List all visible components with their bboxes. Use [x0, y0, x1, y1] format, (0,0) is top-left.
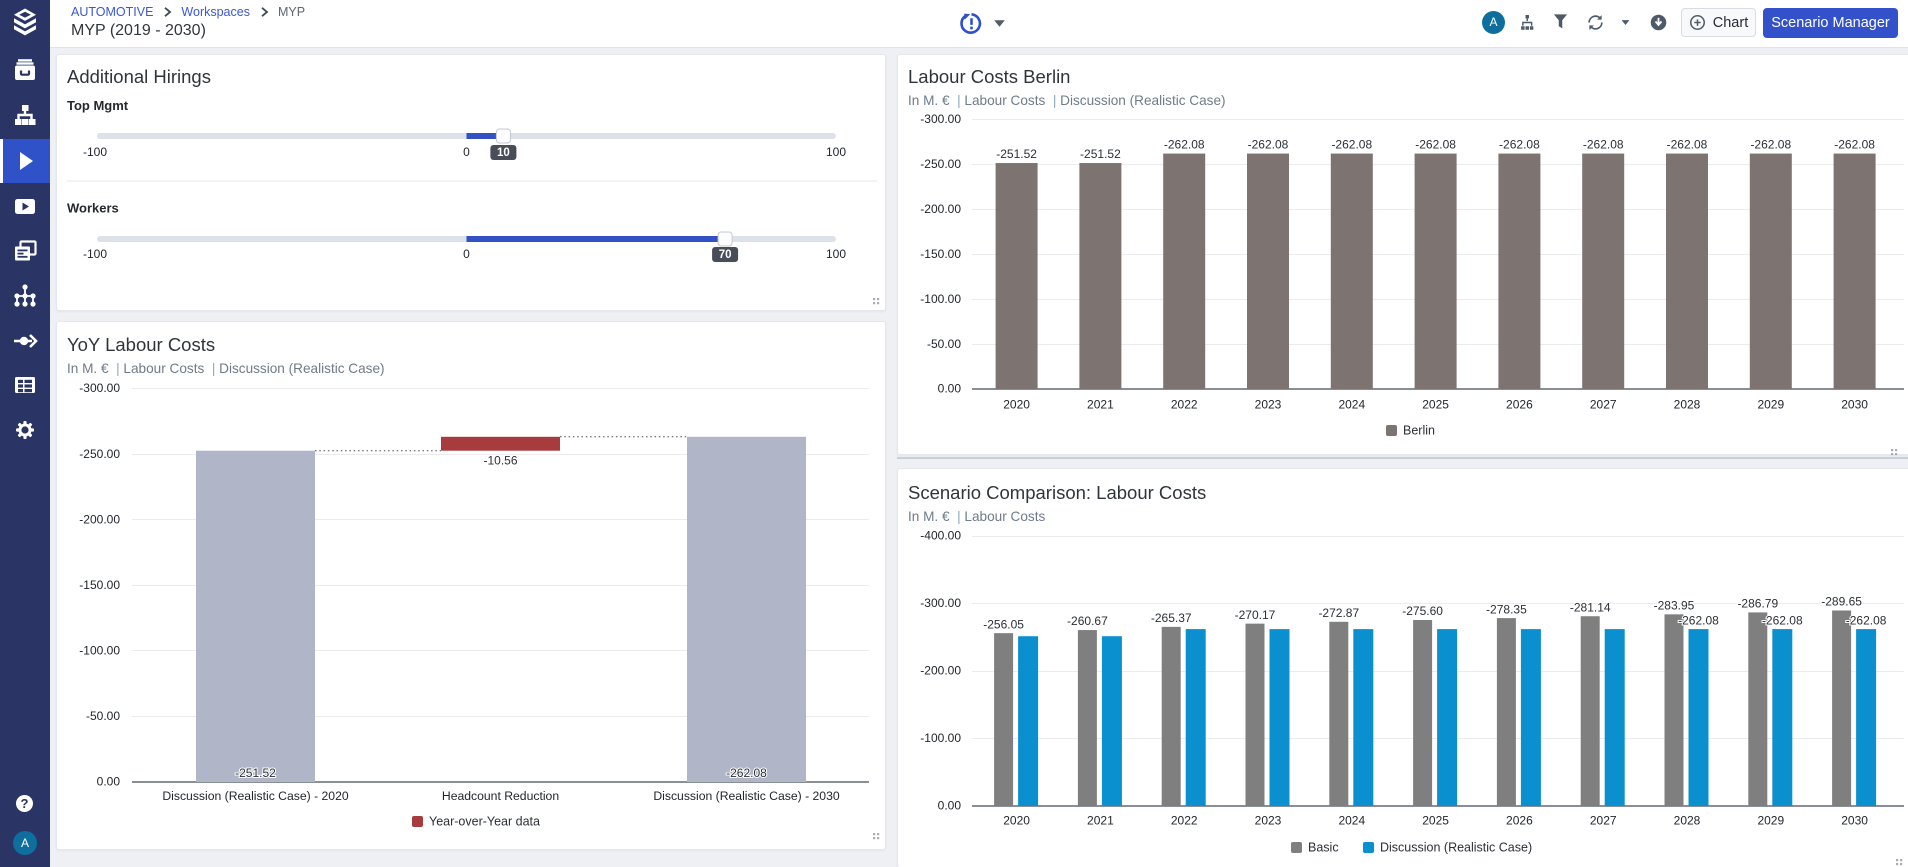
svg-text:2022: 2022: [1171, 814, 1198, 828]
svg-text:-275.60: -275.60: [1402, 604, 1443, 618]
svg-text:-256.05: -256.05: [983, 617, 1024, 631]
svg-text:-265.37: -265.37: [1151, 611, 1192, 625]
svg-text:-262.08: -262.08: [726, 766, 767, 780]
svg-text:-300.00: -300.00: [920, 112, 961, 126]
svg-text:-100.00: -100.00: [920, 292, 961, 306]
svg-text:-262.08: -262.08: [1762, 613, 1803, 627]
svg-text:2026: 2026: [1506, 814, 1533, 828]
svg-text:Discussion (Realistic Case): Discussion (Realistic Case): [1380, 840, 1532, 854]
svg-text:-286.79: -286.79: [1737, 597, 1778, 611]
svg-text:0: 0: [463, 247, 470, 261]
svg-text:0.00: 0.00: [938, 382, 962, 396]
svg-text:0.00: 0.00: [97, 775, 121, 789]
svg-text:2023: 2023: [1255, 398, 1282, 412]
svg-text:-262.08: -262.08: [1164, 138, 1205, 152]
svg-text:2027: 2027: [1590, 814, 1617, 828]
svg-text:-400.00: -400.00: [920, 529, 961, 543]
svg-text:Berlin: Berlin: [1403, 423, 1435, 437]
svg-text:-262.08: -262.08: [1583, 138, 1624, 152]
svg-text:-100: -100: [83, 145, 107, 159]
svg-text:2024: 2024: [1338, 398, 1365, 412]
svg-text:-260.67: -260.67: [1067, 614, 1108, 628]
svg-text:-100: -100: [83, 247, 107, 261]
svg-text:-200.00: -200.00: [920, 664, 961, 678]
svg-text:2030: 2030: [1841, 814, 1868, 828]
svg-text:2029: 2029: [1757, 398, 1784, 412]
svg-text:-251.52: -251.52: [1080, 147, 1121, 161]
svg-text:-262.08: -262.08: [1750, 138, 1791, 152]
svg-text:2023: 2023: [1255, 814, 1282, 828]
svg-text:-262.08: -262.08: [1499, 138, 1540, 152]
svg-text:-150.00: -150.00: [79, 578, 120, 592]
svg-text:-262.08: -262.08: [1415, 138, 1456, 152]
svg-text:2020: 2020: [1003, 398, 1030, 412]
svg-text:-262.08: -262.08: [1331, 138, 1372, 152]
svg-text:-150.00: -150.00: [920, 247, 961, 261]
svg-text:-272.87: -272.87: [1318, 606, 1359, 620]
svg-text:2022: 2022: [1171, 398, 1198, 412]
svg-text:Top Mgmt: Top Mgmt: [67, 98, 129, 113]
svg-text:2025: 2025: [1422, 814, 1449, 828]
svg-text:-283.95: -283.95: [1654, 599, 1695, 613]
svg-text:-262.08: -262.08: [1248, 138, 1289, 152]
svg-text:-250.00: -250.00: [920, 157, 961, 171]
svg-text:100: 100: [826, 145, 846, 159]
svg-text:Basic: Basic: [1308, 840, 1339, 854]
svg-text:-300.00: -300.00: [920, 596, 961, 610]
svg-text:2021: 2021: [1087, 814, 1114, 828]
svg-text:0.00: 0.00: [938, 799, 962, 813]
svg-text:-251.52: -251.52: [235, 766, 276, 780]
svg-text:2025: 2025: [1422, 398, 1449, 412]
svg-text:-262.08: -262.08: [1846, 613, 1887, 627]
svg-text:Year-over-Year data: Year-over-Year data: [429, 814, 540, 828]
svg-text:2027: 2027: [1590, 398, 1617, 412]
svg-text:2026: 2026: [1506, 398, 1533, 412]
svg-text:2029: 2029: [1757, 814, 1784, 828]
svg-text:2030: 2030: [1841, 398, 1868, 412]
svg-text:2020: 2020: [1003, 814, 1030, 828]
svg-text:100: 100: [826, 247, 846, 261]
svg-text:Workers: Workers: [67, 200, 119, 215]
svg-text:-262.08: -262.08: [1678, 613, 1719, 627]
svg-text:-250.00: -250.00: [79, 447, 120, 461]
svg-text:-281.14: -281.14: [1570, 600, 1611, 614]
svg-text:Discussion (Realistic Case) -: Discussion (Realistic Case) - 2030: [653, 789, 839, 803]
svg-text:Headcount Reduction: Headcount Reduction: [442, 789, 559, 803]
svg-text:2028: 2028: [1674, 814, 1701, 828]
svg-text:2024: 2024: [1338, 814, 1365, 828]
svg-text:2028: 2028: [1674, 398, 1701, 412]
svg-text:Discussion (Realistic Case) -: Discussion (Realistic Case) - 2020: [162, 789, 348, 803]
svg-text:2021: 2021: [1087, 398, 1114, 412]
svg-text:-200.00: -200.00: [920, 202, 961, 216]
svg-text:-10.56: -10.56: [483, 454, 517, 468]
svg-text:-278.35: -278.35: [1486, 602, 1527, 616]
svg-text:-251.52: -251.52: [996, 147, 1037, 161]
svg-text:-289.65: -289.65: [1821, 595, 1862, 609]
svg-text:-50.00: -50.00: [927, 337, 961, 351]
svg-text:10: 10: [497, 147, 510, 159]
svg-text:-100.00: -100.00: [79, 644, 120, 658]
svg-text:-270.17: -270.17: [1235, 608, 1276, 622]
svg-text:70: 70: [719, 249, 732, 261]
svg-text:-200.00: -200.00: [79, 512, 120, 526]
svg-text:-300.00: -300.00: [79, 381, 120, 395]
svg-text:-100.00: -100.00: [920, 731, 961, 745]
svg-text:-50.00: -50.00: [86, 709, 120, 723]
svg-text:0: 0: [463, 145, 470, 159]
svg-text:-262.08: -262.08: [1834, 138, 1875, 152]
svg-text:-262.08: -262.08: [1667, 138, 1708, 152]
